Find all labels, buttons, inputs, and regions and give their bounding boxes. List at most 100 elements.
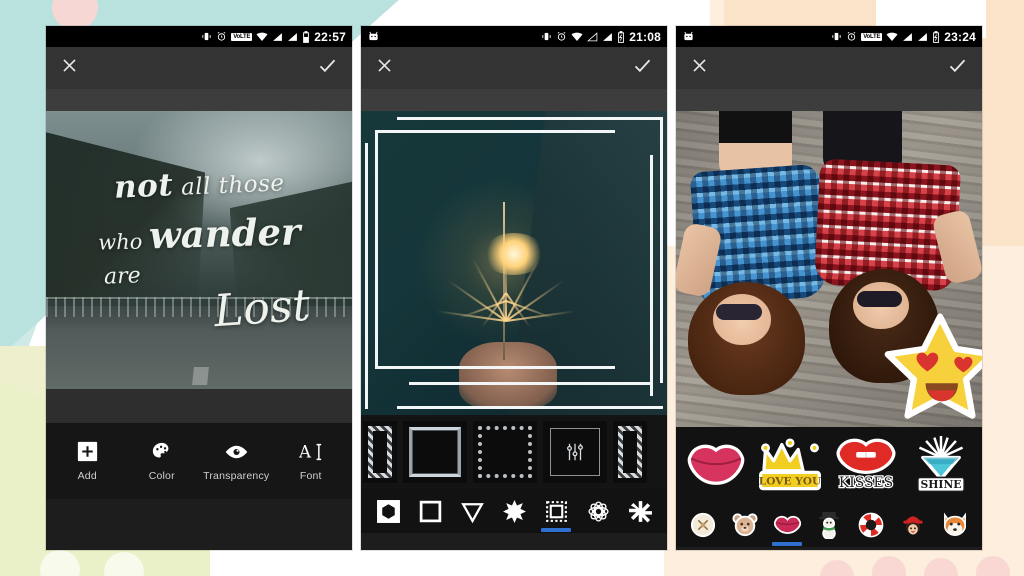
status-bar-clock: 21:08 xyxy=(629,29,661,44)
phone-screen-sticker-editor: VoLTE 23:24 LOVE YOU KISSES SHINE xyxy=(676,26,982,550)
close-button[interactable] xyxy=(60,56,79,80)
frame-thumbnail-adjust[interactable] xyxy=(543,421,607,483)
font-button[interactable]: A Font xyxy=(274,441,349,482)
confirm-button[interactable] xyxy=(317,55,338,81)
category-square[interactable] xyxy=(413,491,447,531)
toolbar-spacer xyxy=(46,389,352,423)
wifi-icon xyxy=(256,31,268,42)
status-bar: VoLTE 22:57 xyxy=(46,26,352,47)
font-label: Font xyxy=(299,469,322,482)
category-stamp-frame[interactable] xyxy=(539,491,573,532)
phone-screen-text-editor: VoLTE 22:57 not all those who wander are… xyxy=(46,26,352,550)
wifi-icon xyxy=(886,31,898,42)
guardrail xyxy=(46,297,352,317)
selected-indicator xyxy=(772,542,802,546)
category-bear-face[interactable] xyxy=(728,505,762,545)
close-button[interactable] xyxy=(375,56,394,80)
red-lips-kisses-sticker[interactable]: KISSES xyxy=(835,436,897,494)
signal-icon xyxy=(902,32,913,42)
wifi-icon xyxy=(571,31,583,42)
frame-thumbnail-dotted[interactable] xyxy=(473,421,537,483)
svg-text:LOVE YOU: LOVE YOU xyxy=(759,476,821,488)
color-button[interactable]: Color xyxy=(125,441,200,482)
category-girl-red-hat[interactable] xyxy=(896,505,930,545)
status-bar-left xyxy=(683,31,827,42)
transparency-button[interactable]: Transparency xyxy=(199,441,274,482)
volte-icon: VoLTE xyxy=(231,32,253,41)
svg-text:A: A xyxy=(299,442,312,461)
sticker-list[interactable]: LOVE YOU KISSES SHINE xyxy=(676,427,982,503)
status-bar-clock: 23:24 xyxy=(944,29,976,44)
text-tools-toolbar: Add Color Transparency A Font xyxy=(46,423,352,499)
confirm-button[interactable] xyxy=(947,55,968,81)
crown-love-you-sticker[interactable]: LOVE YOU xyxy=(759,437,821,493)
frame-category-row[interactable] xyxy=(361,489,667,533)
status-bar-left xyxy=(368,31,537,42)
app-notification-icon xyxy=(368,31,379,42)
category-snowman[interactable] xyxy=(812,505,846,545)
category-mandala[interactable] xyxy=(581,491,615,531)
svg-text:KISSES: KISSES xyxy=(839,475,893,491)
diamond-shine-sticker[interactable]: SHINE xyxy=(911,436,971,494)
status-bar-clock: 22:57 xyxy=(314,29,346,44)
status-bar-right: VoLTE 22:57 xyxy=(201,30,346,44)
forest-right-trees xyxy=(229,177,352,317)
lace-border-icon xyxy=(618,426,642,478)
editor-canvas[interactable] xyxy=(361,111,667,415)
battery-charging-icon xyxy=(617,30,625,43)
frame-thumbnail-metal[interactable] xyxy=(403,421,467,483)
category-star[interactable] xyxy=(497,491,531,531)
add-button[interactable]: Add xyxy=(50,441,125,482)
category-compass[interactable] xyxy=(686,505,720,545)
forest-left-trees xyxy=(46,127,206,301)
sparkler-photo xyxy=(361,111,667,415)
frame-thumbnail-lace-2[interactable] xyxy=(613,421,647,483)
category-snowflake[interactable] xyxy=(623,491,657,531)
category-triangle[interactable] xyxy=(455,491,489,531)
road xyxy=(46,305,352,389)
category-lifebuoy[interactable] xyxy=(854,505,888,545)
editor-canvas[interactable]: not all those who wander are Lost xyxy=(46,111,352,389)
sticker-category-row[interactable] xyxy=(676,503,982,547)
selected-indicator xyxy=(541,528,571,532)
pink-lips-sticker[interactable] xyxy=(687,442,745,488)
dotted-border-icon xyxy=(478,426,532,478)
volte-icon: VoLTE xyxy=(861,32,883,41)
alarm-icon xyxy=(846,31,857,42)
battery-charging-icon xyxy=(932,30,940,43)
transparency-label: Transparency xyxy=(203,469,270,482)
signal-empty-icon xyxy=(587,31,598,42)
palette-icon xyxy=(151,441,173,463)
confirm-button[interactable] xyxy=(632,55,653,81)
signal-icon xyxy=(917,32,928,42)
category-hexagon[interactable] xyxy=(371,491,405,531)
metal-border-icon xyxy=(409,427,461,477)
action-bar xyxy=(361,47,667,89)
status-bar-right: VoLTE 23:24 xyxy=(831,30,976,44)
phone-screen-frame-editor: 21:08 xyxy=(361,26,667,550)
action-bar xyxy=(676,47,982,89)
frame-thumbnail-lace-partial[interactable] xyxy=(363,421,397,483)
eye-icon xyxy=(224,441,249,463)
add-icon xyxy=(77,441,98,463)
category-lips[interactable] xyxy=(770,505,804,546)
signal-icon xyxy=(287,32,298,42)
status-bar: VoLTE 23:24 xyxy=(676,26,982,47)
signal-icon xyxy=(602,32,613,42)
secondary-bar xyxy=(46,89,352,111)
lace-border-icon xyxy=(368,426,392,478)
category-fox-face[interactable] xyxy=(938,505,972,545)
action-bar xyxy=(46,47,352,89)
color-label: Color xyxy=(148,469,175,482)
frame-thumbnail-list[interactable] xyxy=(361,415,667,489)
star-heart-eyes-sticker[interactable] xyxy=(884,313,982,421)
alarm-icon xyxy=(556,31,567,42)
secondary-bar xyxy=(361,89,667,111)
status-bar-right: 21:08 xyxy=(541,30,661,44)
add-label: Add xyxy=(77,469,97,482)
editor-canvas[interactable] xyxy=(676,111,982,427)
close-button[interactable] xyxy=(690,56,709,80)
hand xyxy=(458,342,557,409)
svg-text:SHINE: SHINE xyxy=(920,478,961,491)
vibrate-icon xyxy=(831,31,842,42)
